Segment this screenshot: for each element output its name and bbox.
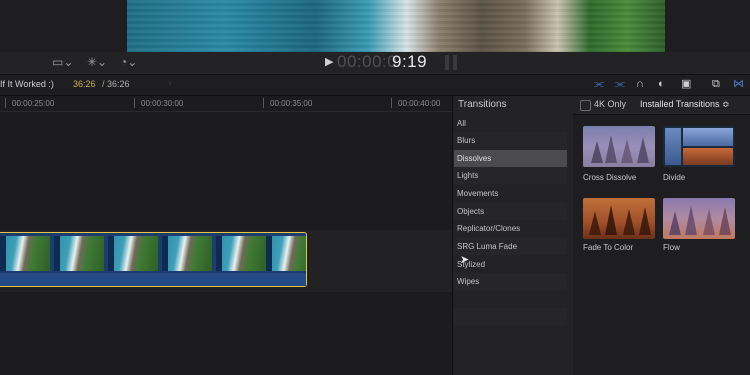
transition-name: Divide xyxy=(663,173,686,182)
thumbnail-fade-to-color[interactable] xyxy=(583,198,655,239)
transitions-title: Transitions xyxy=(458,99,507,110)
duration-total: / 36:26 xyxy=(102,79,130,89)
ruler-tick xyxy=(263,98,264,108)
timecode: 9:19 xyxy=(392,52,428,71)
clip-thumbnail xyxy=(216,236,266,271)
viewer xyxy=(0,0,750,52)
video-clip[interactable] xyxy=(0,232,307,287)
clip-filmstrip xyxy=(0,233,306,271)
thumbnail-flow[interactable] xyxy=(663,198,735,239)
4k-only-checkbox[interactable] xyxy=(580,100,591,111)
audio-skimming-icon[interactable]: ⫘ xyxy=(615,77,625,91)
snapping-icon[interactable]: ◐ xyxy=(658,77,665,91)
transition-name: Flow xyxy=(663,243,680,252)
browser-toggle-icon[interactable]: ⧉ xyxy=(712,77,720,91)
category-lights[interactable]: Lights xyxy=(454,167,567,184)
ruler-tick xyxy=(5,98,6,108)
category-wipes[interactable]: Wipes xyxy=(454,273,567,290)
timeline-header: If It Worked :) 36:26 / 36:26 › ⫘ ⫘ ∩ ◐ … xyxy=(0,75,750,96)
clip-thumbnail xyxy=(162,236,212,271)
clip-thumbnail xyxy=(54,236,104,271)
category-replicator-clones[interactable]: Replicator/Clones xyxy=(454,220,567,237)
4k-only-label: 4K Only xyxy=(594,99,627,109)
installed-transitions-dropdown[interactable]: Installed Transitions ≎ xyxy=(640,99,730,110)
ruler-tick-label: 00:00:25:00 xyxy=(12,99,55,108)
transitions-browser: 4K Only Installed Transitions ≎ Cross Di… xyxy=(573,96,750,375)
clip-thumbnail xyxy=(0,236,50,271)
audio-waveform-icon[interactable]: ⫘ xyxy=(594,77,604,91)
category-stylized[interactable]: Stylized xyxy=(454,256,567,273)
ruler-tick-label: 00:00:35:00 xyxy=(270,99,313,108)
timeline-ruler[interactable]: 00:00:25:00 00:00:30:00 00:00:35:00 00:0… xyxy=(0,96,452,112)
mouse-cursor-icon: ➤ xyxy=(460,254,470,266)
ruler-tick xyxy=(391,98,392,108)
thumbnail-cross-dissolve[interactable] xyxy=(583,126,655,167)
duration-current: 36:26 xyxy=(73,79,96,89)
view-options-icon[interactable]: ▭⌄ xyxy=(52,55,73,69)
ruler-tick xyxy=(134,98,135,108)
clip-thumbnail xyxy=(108,236,158,271)
category-empty-row xyxy=(454,308,567,325)
browser-header: 4K Only Installed Transitions ≎ xyxy=(573,96,750,115)
thumbnail-divide[interactable] xyxy=(663,126,735,167)
transitions-browser-icon[interactable]: ⋈ xyxy=(733,77,744,91)
category-objects[interactable]: Objects xyxy=(454,203,567,220)
clip-appearance-icon[interactable]: ▣ xyxy=(681,77,691,91)
timecode-leading: 00:00:0 xyxy=(337,52,398,71)
play-icon[interactable]: ▶ xyxy=(325,55,333,68)
timecode-separator xyxy=(445,55,459,70)
project-name: If It Worked :) xyxy=(0,79,54,89)
transitions-sidebar: Transitions All Blurs Dissolves Lights M… xyxy=(452,96,574,375)
chevron-right-icon[interactable]: › xyxy=(168,78,171,89)
category-dissolves[interactable]: Dissolves xyxy=(454,150,567,167)
category-movements[interactable]: Movements xyxy=(454,185,567,202)
headphones-icon[interactable]: ∩ xyxy=(636,77,644,91)
ruler-tick-label: 00:00:40:00 xyxy=(398,99,441,108)
transition-name: Cross Dissolve xyxy=(583,173,637,182)
magic-wand-icon[interactable]: ✳⌄ xyxy=(87,55,107,69)
ruler-tick-label: 00:00:30:00 xyxy=(141,99,184,108)
category-blurs[interactable]: Blurs xyxy=(454,132,567,149)
category-srg-luma-fade[interactable]: SRG Luma Fade xyxy=(454,238,567,255)
viewer-frame-image xyxy=(127,0,665,52)
viewer-toolbar: ▭⌄ ✳⌄ ◔⌄ ▶ 00:00:0 9:19 xyxy=(0,52,750,75)
transition-name: Fade To Color xyxy=(583,243,634,252)
category-empty-row xyxy=(454,291,567,308)
clip-thumbnail xyxy=(266,236,306,271)
speed-icon[interactable]: ◔⌄ xyxy=(120,55,137,69)
category-all[interactable]: All xyxy=(454,115,567,132)
clip-audio-waveform xyxy=(0,273,306,286)
